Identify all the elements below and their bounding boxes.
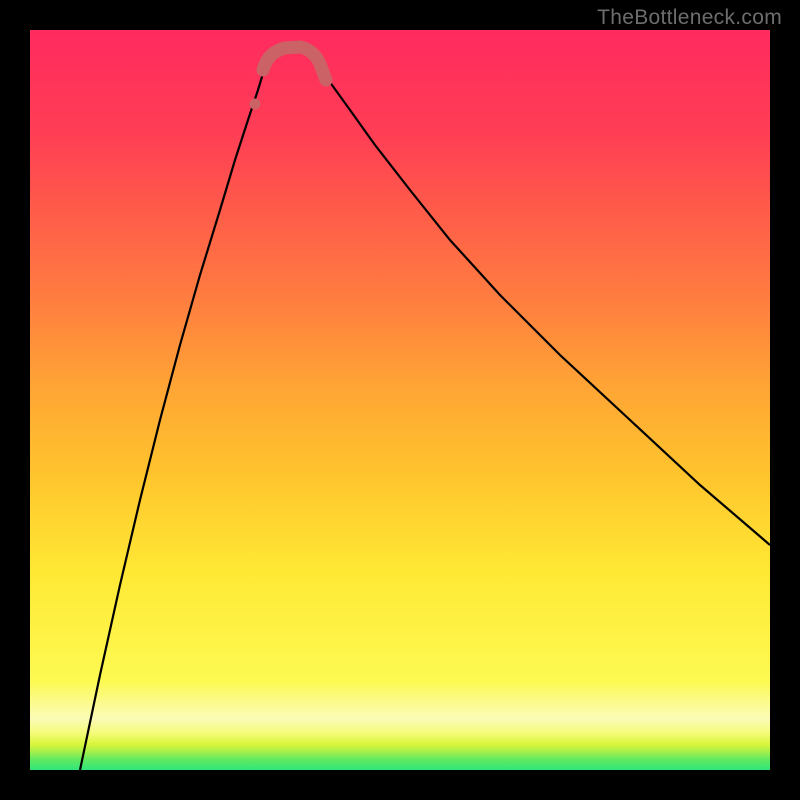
watermark-text: TheBottleneck.com (597, 6, 782, 30)
curve-svg (30, 30, 770, 770)
valley-arc-marker (263, 47, 326, 80)
left-dot-marker (250, 99, 261, 110)
right-curve (312, 58, 770, 545)
plot-area (30, 30, 770, 770)
left-curve (80, 58, 268, 770)
